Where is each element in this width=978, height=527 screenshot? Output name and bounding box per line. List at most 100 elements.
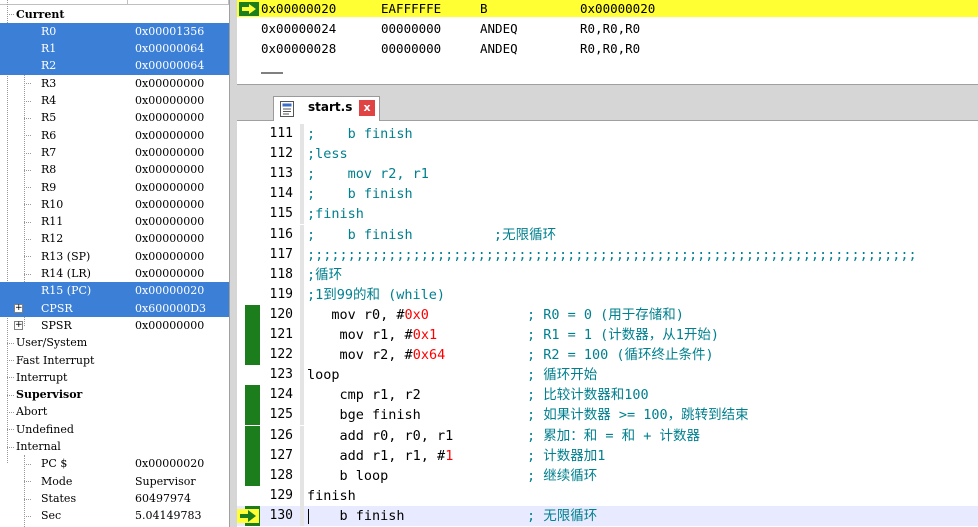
register-value[interactable]: 0x00000000 (135, 265, 204, 282)
register-row-r0[interactable]: R0 0x00001356 (0, 22, 229, 41)
header-cell-name[interactable] (0, 0, 128, 5)
disassembly-row[interactable]: 0x00000024 00000000 ANDEQ R0,R0,R0 (237, 20, 978, 37)
register-group-user-system[interactable]: User/System (0, 334, 229, 351)
register-group-internal[interactable]: Internal (0, 438, 229, 455)
register-row-r15[interactable]: R15 (PC) 0x00000020 (0, 282, 229, 300)
register-group-interrupt[interactable]: Interrupt (0, 369, 229, 386)
panel-splitter[interactable] (229, 0, 237, 527)
register-value[interactable]: 0x00000000 (135, 248, 204, 265)
register-row-r14[interactable]: R14 (LR) 0x00000000 (0, 265, 229, 282)
code-line-124[interactable]: 124 cmp r1, r2 ; 比较计数器和100 (237, 385, 978, 406)
code-line-117[interactable]: 117;;;;;;;;;;;;;;;;;;;;;;;;;;;;;;;;;;;;;… (237, 244, 978, 265)
line-number: 124 (269, 387, 293, 403)
code-line-130[interactable]: 130 b finish ; 无限循环 (237, 505, 978, 526)
register-value[interactable]: 0x00001356 (135, 23, 204, 40)
gutter-strip (300, 144, 304, 165)
register-value[interactable]: 0x00000000 (135, 127, 204, 144)
register-value[interactable]: 0x00000000 (135, 144, 204, 161)
code-line-121[interactable]: 121 mov r1, #0x1 ; R1 = 1 (计数器，从1开始) (237, 325, 978, 345)
register-value[interactable]: 0x00000000 (135, 317, 204, 334)
line-marker (245, 204, 260, 224)
register-value[interactable]: 0x00000000 (135, 161, 204, 178)
register-group-undefined[interactable]: Undefined (0, 421, 229, 438)
register-row-spsr[interactable]: + SPSR 0x00000000 (0, 317, 229, 334)
register-row-cpsr[interactable]: + CPSR 0x600000D3 (0, 299, 229, 317)
expand-toggle[interactable]: + (14, 320, 23, 330)
register-row-r7[interactable]: R7 0x00000000 (0, 144, 229, 161)
line-number: 126 (269, 427, 293, 443)
register-name: R14 (LR) (41, 267, 91, 280)
register-row-r5[interactable]: R5 0x00000000 (0, 109, 229, 126)
internal-row-mode[interactable]: Mode Supervisor (0, 473, 229, 490)
register-group-fast-interrupt[interactable]: Fast Interrupt (0, 352, 229, 369)
code-line-115[interactable]: 115 ;finish (237, 204, 978, 225)
register-value[interactable]: 0x600000D3 (135, 300, 206, 317)
register-row-r1[interactable]: R1 0x00000064 (0, 40, 229, 58)
code-line-127[interactable]: 127 add r1, r1, #1 ; 计数器加1 (237, 445, 978, 466)
register-value[interactable]: 0x00000020 (135, 282, 204, 299)
register-value[interactable]: 0x00000000 (135, 75, 204, 92)
code-line-125[interactable]: 125 bge finish ; 如果计数器 >= 100，跳转到结束 (237, 405, 978, 426)
code-line-119[interactable]: 119 ;1到99的和 (while) (237, 284, 978, 305)
code-line-126[interactable]: 126 add r0, r0, r1 ; 累加：和 = 和 + 计数器 (237, 425, 978, 446)
gutter-strip (300, 465, 304, 486)
register-value[interactable]: 0x00000000 (135, 230, 204, 247)
disassembly-row[interactable]: 0x00000020 EAFFFFFE B 0x00000020 (237, 0, 978, 17)
register-row-r13[interactable]: R13 (SP) 0x00000000 (0, 248, 229, 265)
register-value[interactable]: 0x00000064 (135, 57, 204, 74)
code-comment: ; R1 = 1 (计数器，从1开始) (527, 327, 720, 343)
code-line-123[interactable]: 123 loop ; 循环开始 (237, 365, 978, 386)
register-row-r11[interactable]: R11 0x00000000 (0, 213, 229, 230)
code-line-114[interactable]: 114 ; b finish (237, 184, 978, 205)
register-row-r3[interactable]: R3 0x00000000 (0, 75, 229, 92)
internal-value[interactable]: 60497974 (135, 490, 191, 507)
register-name: CPSR (41, 301, 73, 315)
internal-value[interactable]: 0x00000020 (135, 455, 204, 472)
code-line-120[interactable]: 120 mov r0, #0x0 ; R0 = 0 (用于存储和) (237, 304, 978, 325)
internal-row-sec[interactable]: Sec 5.04149783 (0, 507, 229, 524)
code-line-113[interactable]: 113 ; mov r2, r1 (237, 164, 978, 185)
tree-line (7, 412, 14, 414)
line-number: 113 (269, 166, 293, 182)
internal-row-pc[interactable]: PC $ 0x00000020 (0, 455, 229, 472)
register-row-r2[interactable]: R2 0x00000064 (0, 57, 229, 75)
register-value[interactable]: 0x00000000 (135, 179, 204, 196)
register-row-r4[interactable]: R4 0x00000000 (0, 92, 229, 109)
register-value[interactable]: 0x00000064 (135, 40, 204, 57)
register-group-current[interactable]: Current (0, 6, 229, 23)
disassembly-mnemonic: ANDEQ (480, 21, 518, 36)
register-row-r12[interactable]: R12 0x00000000 (0, 230, 229, 247)
header-cell-value[interactable] (128, 0, 229, 5)
gutter-strip (300, 264, 304, 285)
code-line-116[interactable]: 116 ; b finish ;无限循环 (237, 224, 978, 245)
code-text: ;1到99的和 (while) (307, 286, 446, 303)
register-value[interactable]: 0x00000000 (135, 213, 204, 230)
expand-toggle[interactable]: + (14, 303, 23, 313)
register-row-r10[interactable]: R10 0x00000000 (0, 196, 229, 213)
code-line-118[interactable]: 118 ;循环 (237, 264, 978, 285)
disassembly-address: 0x00000028 (261, 41, 337, 56)
code-text: mov r2, #0x64 (307, 347, 446, 364)
disassembly-row[interactable]: 0x00000028 00000000 ANDEQ R0,R0,R0 (237, 40, 978, 57)
code-line-112[interactable]: 112 ;less (237, 144, 978, 165)
code-line-129[interactable]: 129 finish (237, 485, 978, 506)
register-group-supervisor[interactable]: Supervisor (0, 386, 229, 403)
register-value[interactable]: 0x00000000 (135, 109, 204, 126)
register-row-r9[interactable]: R9 0x00000000 (0, 179, 229, 196)
register-value[interactable]: 0x00000000 (135, 92, 204, 109)
internal-value[interactable]: Supervisor (135, 473, 196, 490)
code-line-111[interactable]: 111 ; b finish (237, 124, 978, 144)
register-row-r8[interactable]: R8 0x00000000 (0, 161, 229, 178)
window-splitter[interactable] (237, 84, 978, 94)
register-value[interactable]: 0x00000000 (135, 196, 204, 213)
register-group-abort[interactable]: Abort (0, 403, 229, 420)
code-comment: ; R2 = 100 (循环终止条件) (527, 347, 714, 364)
tab-close-button[interactable]: x (359, 100, 375, 116)
register-group-label: Undefined (16, 422, 74, 436)
register-row-r6[interactable]: R6 0x00000000 (0, 127, 229, 144)
code-line-128[interactable]: 128 b loop ; 继续循环 (237, 465, 978, 486)
code-line-122[interactable]: 122 mov r2, #0x64 ; R2 = 100 (循环终止条件) (237, 345, 978, 366)
tab-start-s[interactable]: start.s x (273, 96, 380, 121)
internal-value[interactable]: 5.04149783 (135, 507, 201, 524)
internal-row-states[interactable]: States 60497974 (0, 490, 229, 507)
